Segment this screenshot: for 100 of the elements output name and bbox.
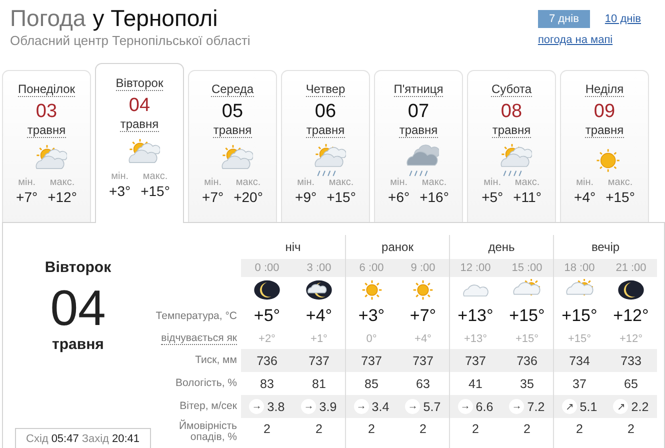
sunrise-label: Схід xyxy=(26,433,48,445)
min-temperature: +9° xyxy=(295,189,317,205)
wind-direction-badge: → xyxy=(354,399,369,414)
feels-like-value: +4° xyxy=(414,333,432,345)
weekday-label: Субота xyxy=(491,82,532,97)
wind-direction-badge: → xyxy=(509,399,524,414)
max-label: макс. xyxy=(328,177,354,189)
pressure-value: 734 xyxy=(569,354,590,368)
humidity-value: 65 xyxy=(624,376,638,390)
pressure-value: 736 xyxy=(516,354,538,368)
feels-like-value: +1° xyxy=(310,333,328,345)
max-label: макс. xyxy=(514,177,540,189)
moon-icon xyxy=(616,279,646,301)
wind-direction-badge: → xyxy=(458,399,473,414)
date-number: 04 xyxy=(50,280,106,336)
date-number: 08 xyxy=(500,101,522,123)
temperature-value: +4° xyxy=(306,306,332,326)
period-label: ранок xyxy=(382,240,414,254)
wind-direction-badge: → xyxy=(301,399,316,414)
date-number: 05 xyxy=(222,101,244,123)
month-label: травня xyxy=(213,123,252,138)
wind-direction-badge: → xyxy=(405,399,420,414)
city-name: у Тернополі xyxy=(92,5,218,31)
sunrise-time: 05:47 xyxy=(51,433,79,445)
wind-direction-badge: → xyxy=(249,399,264,414)
day-tab[interactable]: Неділя 09 травня мін. +4° макс. +15° xyxy=(560,70,649,222)
min-temperature: +7° xyxy=(202,189,224,205)
max-label: макс. xyxy=(236,177,261,189)
wind-direction-badge: ↗ xyxy=(613,399,628,414)
humidity-value: 83 xyxy=(260,376,274,390)
humidity-value: 37 xyxy=(572,376,586,390)
min-label: мін. xyxy=(204,177,222,189)
pressure-value: 737 xyxy=(465,354,486,368)
day-tab[interactable]: П'ятниця 07 травня мін. +6° макс. +16° xyxy=(374,70,463,222)
month-label: травня xyxy=(306,123,345,138)
precipitation-value: 2 xyxy=(524,422,530,436)
time-label: 6 :00 xyxy=(359,262,384,274)
row-label: Тиск, мм xyxy=(195,355,237,366)
row-label: Вологість, % xyxy=(175,378,237,389)
temperature-value: +15° xyxy=(509,306,545,326)
month-label: травня xyxy=(52,336,104,353)
weekday-label: Середа xyxy=(211,82,254,97)
feels-like-value: +15° xyxy=(515,333,539,345)
humidity-value: 85 xyxy=(364,376,378,390)
wind-speed: 3.8 xyxy=(267,400,285,414)
pressure-value: 737 xyxy=(361,354,382,368)
day-tab[interactable]: Понеділок 03 травня мін. +7° макс. +12° xyxy=(2,70,91,222)
max-temperature: +20° xyxy=(234,189,263,205)
humidity-value: 41 xyxy=(468,376,482,390)
pressure-value: 737 xyxy=(412,354,434,368)
weekday-label: Четвер xyxy=(306,82,346,97)
precipitation-value: 2 xyxy=(264,422,270,436)
max-temperature: +16° xyxy=(420,189,449,205)
min-temperature: +5° xyxy=(482,189,504,205)
map-link[interactable]: погода на мапі xyxy=(538,34,613,46)
time-label: 3 :00 xyxy=(306,262,332,274)
month-label: травня xyxy=(120,117,159,132)
time-label: 12 :00 xyxy=(460,262,491,274)
month-label: травня xyxy=(585,123,624,138)
day-tab[interactable]: Вівторок 04 травня мін. +3° макс. +15° xyxy=(95,63,184,223)
range-tab[interactable]: 10 днів xyxy=(604,11,641,27)
day-tab[interactable]: Середа 05 травня мін. +7° макс. +20° xyxy=(188,70,277,222)
max-temperature: +15° xyxy=(606,189,635,205)
min-temperature: +7° xyxy=(16,189,38,205)
temperature-value: +13° xyxy=(458,306,494,326)
month-label: травня xyxy=(27,123,66,138)
pressure-value: 736 xyxy=(256,354,278,368)
row-label: Ймовірність опадів, % xyxy=(178,421,237,443)
date-number: 04 xyxy=(128,95,150,117)
moon-cloud-icon xyxy=(304,279,334,301)
feels-like-value: 0° xyxy=(366,333,377,345)
max-temperature: +15° xyxy=(326,189,356,205)
date-number: 06 xyxy=(314,101,336,123)
period-label: вечір xyxy=(591,240,620,254)
min-label: мін. xyxy=(390,177,408,189)
humidity-value: 81 xyxy=(312,376,326,390)
cloud-icon xyxy=(462,284,488,296)
max-label: макс. xyxy=(50,177,75,189)
max-temperature: +15° xyxy=(140,183,170,199)
wind-speed: 5.7 xyxy=(423,400,441,414)
precipitation-value: 2 xyxy=(472,422,479,436)
feels-like-value: +13° xyxy=(464,333,488,345)
feels-like-value: +15° xyxy=(568,333,592,345)
day-tab[interactable]: Четвер 06 травня мін. +9° макс. +15° xyxy=(281,70,370,222)
precipitation-value: 2 xyxy=(316,422,322,436)
weekday-label: П'ятниця xyxy=(394,82,444,97)
feels-like-value: +2° xyxy=(258,333,276,345)
region-subtitle: Обласний центр Тернопільської області xyxy=(10,33,250,48)
page-title: Погода xyxy=(10,5,86,31)
temperature-value: +7° xyxy=(410,306,436,326)
humidity-value: 63 xyxy=(416,376,430,390)
pressure-value: 737 xyxy=(308,354,330,368)
wind-speed: 7.2 xyxy=(527,400,545,414)
day-tab[interactable]: Субота 08 травня мін. +5° макс. +11° xyxy=(467,70,556,222)
min-label: мін. xyxy=(18,177,36,189)
weekday-label: Неділя xyxy=(585,82,624,97)
temperature-value: +3° xyxy=(358,306,385,326)
row-label: Температура, °С xyxy=(156,310,237,322)
date-number: 07 xyxy=(408,101,430,123)
wind-speed: 2.2 xyxy=(631,400,649,414)
